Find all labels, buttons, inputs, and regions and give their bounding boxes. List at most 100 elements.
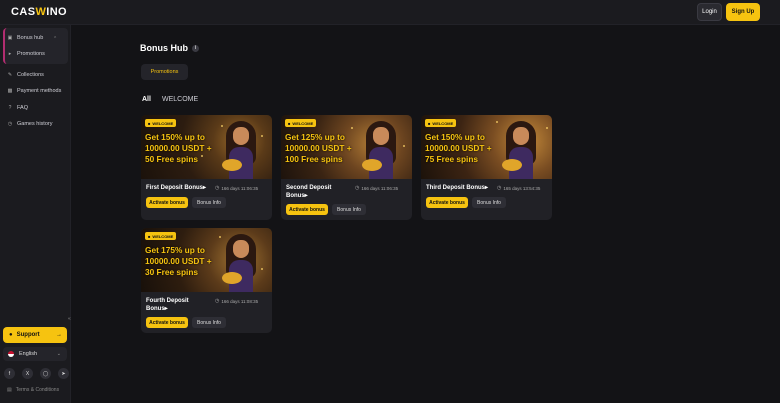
sidebar-item-games-history[interactable]: ◷ Games history bbox=[7, 118, 53, 130]
offer-text: Get 150% up to 10000.00 USDT + 75 Free s… bbox=[425, 132, 515, 165]
history-icon: ◷ bbox=[7, 121, 13, 127]
megaphone-icon: ▸ bbox=[8, 51, 12, 57]
offer-line: Get 175% up to bbox=[145, 245, 205, 255]
bonus-title-text: First Deposit Bonus bbox=[146, 185, 204, 191]
chevron-up-icon[interactable]: ⌃ bbox=[53, 36, 57, 42]
welcome-badge: ■ WELCOME bbox=[285, 119, 317, 127]
offer-text: Get 125% up to 10000.00 USDT + 100 Free … bbox=[285, 132, 375, 165]
offer-text: Get 175% up to 10000.00 USDT + 30 Free s… bbox=[145, 245, 235, 278]
lock-icon: ■ bbox=[148, 233, 151, 239]
headset-icon: ● bbox=[9, 332, 13, 338]
bonus-title-text: Third Deposit Bonus bbox=[426, 185, 485, 191]
sidebar: ▣ Bonus hub ⌃ ▸ Promotions ✎ Collections… bbox=[0, 25, 71, 403]
clock-icon: ◷ bbox=[215, 185, 220, 191]
activate-bonus-button[interactable]: Activate bonus bbox=[146, 317, 188, 328]
terms-link[interactable]: ▤ Terms & Conditions bbox=[7, 387, 59, 393]
bonus-card: ■ WELCOME Get 175% up to 10000.00 USDT + … bbox=[141, 228, 272, 333]
chevron-down-icon: ⌄ bbox=[56, 351, 61, 357]
sidebar-item-label: Bonus hub bbox=[17, 35, 44, 41]
badge-label: WELCOME bbox=[152, 233, 174, 239]
info-caret-icon[interactable]: ▸ bbox=[485, 185, 488, 191]
offer-line: 10000.00 USDT + bbox=[425, 143, 492, 153]
offer-line: 10000.00 USDT + bbox=[145, 256, 212, 266]
filter-all[interactable]: All bbox=[142, 96, 151, 103]
offer-line: 10000.00 USDT + bbox=[285, 143, 352, 153]
bonus-card: ■ WELCOME Get 150% up to 10000.00 USDT + … bbox=[141, 115, 272, 220]
instagram-icon[interactable]: ◯ bbox=[40, 368, 51, 379]
login-button[interactable]: Login bbox=[697, 3, 722, 21]
question-icon: ? bbox=[8, 105, 12, 111]
bonus-card: ■ WELCOME Get 125% up to 10000.00 USDT + … bbox=[281, 115, 412, 220]
sidebar-item-label: Games history bbox=[17, 121, 53, 127]
bonus-title-text: Second Deposit Bonus bbox=[286, 185, 332, 199]
bonus-card: ■ WELCOME Get 150% up to 10000.00 USDT + … bbox=[421, 115, 552, 220]
logo[interactable]: CASWINO bbox=[11, 6, 67, 18]
facebook-icon[interactable]: f bbox=[4, 368, 15, 379]
page-title: Bonus Hub i bbox=[140, 43, 199, 53]
bonus-title: Third Deposit Bonus▸ bbox=[426, 184, 488, 192]
clock-icon: ◷ bbox=[215, 298, 220, 304]
flag-icon bbox=[8, 351, 14, 357]
offer-line: Get 150% up to bbox=[425, 132, 485, 142]
activate-bonus-button[interactable]: Activate bonus bbox=[426, 197, 468, 208]
offer-line: Get 150% up to bbox=[145, 132, 205, 142]
bonus-timer: ◷ 166 days 11:08:35 bbox=[215, 298, 258, 304]
bonus-banner: ■ WELCOME Get 175% up to 10000.00 USDT + … bbox=[141, 228, 272, 292]
bonus-timer: ◷ 165 days 13:54:35 bbox=[497, 185, 540, 191]
welcome-badge: ■ WELCOME bbox=[145, 119, 177, 127]
bonus-banner: ■ WELCOME Get 125% up to 10000.00 USDT + … bbox=[281, 115, 412, 179]
offer-text: Get 150% up to 10000.00 USDT + 50 Free s… bbox=[145, 132, 235, 165]
arrow-right-icon: → bbox=[56, 332, 62, 338]
sidebar-item-faq[interactable]: ? FAQ bbox=[7, 102, 28, 114]
badge-label: WELCOME bbox=[152, 120, 174, 126]
sidebar-item-collections[interactable]: ✎ Collections bbox=[7, 69, 44, 81]
terms-label: Terms & Conditions bbox=[15, 387, 60, 393]
offer-line: 10000.00 USDT + bbox=[145, 143, 212, 153]
social-links: f X ◯ ➤ bbox=[4, 368, 69, 379]
activate-bonus-button[interactable]: Activate bonus bbox=[286, 204, 328, 215]
top-bar: CASWINO Login Sign Up bbox=[0, 0, 780, 25]
bonus-info-button[interactable]: Bonus Info bbox=[472, 197, 506, 208]
clock-icon: ◷ bbox=[497, 185, 502, 191]
sidebar-item-label: FAQ bbox=[17, 105, 29, 111]
support-button[interactable]: ● Support → bbox=[3, 327, 67, 343]
sidebar-item-payment-methods[interactable]: ▩ Payment methods bbox=[7, 85, 62, 97]
timer-text: 166 days 11:06:35 bbox=[361, 185, 399, 191]
badge-label: WELCOME bbox=[292, 120, 314, 126]
info-icon[interactable]: i bbox=[192, 44, 199, 52]
info-caret-icon[interactable]: ▸ bbox=[165, 306, 168, 312]
language-label: English bbox=[19, 351, 38, 357]
sidebar-item-label: Collections bbox=[17, 72, 44, 78]
signup-button[interactable]: Sign Up bbox=[726, 3, 760, 21]
bonus-info-button[interactable]: Bonus Info bbox=[332, 204, 366, 215]
bonus-info-button[interactable]: Bonus Info bbox=[192, 317, 226, 328]
collapse-sidebar-icon[interactable]: « bbox=[68, 316, 71, 322]
lock-icon: ■ bbox=[288, 120, 291, 126]
language-select[interactable]: English ⌄ bbox=[3, 347, 67, 361]
bonus-title: Fourth Deposit Bonus▸ bbox=[146, 297, 200, 313]
support-label: Support bbox=[16, 332, 40, 338]
bonus-title: First Deposit Bonus▸ bbox=[146, 184, 206, 192]
sidebar-item-promotions[interactable]: ▸ Promotions bbox=[7, 48, 45, 60]
timer-text: 166 days 11:06:35 bbox=[221, 185, 259, 191]
x-icon[interactable]: X bbox=[22, 368, 33, 379]
sidebar-item-label: Promotions bbox=[17, 51, 45, 57]
sidebar-item-label: Payment methods bbox=[17, 88, 62, 94]
collections-icon: ✎ bbox=[7, 72, 13, 78]
info-caret-icon[interactable]: ▸ bbox=[305, 193, 308, 199]
card-icon: ▩ bbox=[7, 88, 13, 94]
sidebar-item-bonus-hub[interactable]: ▣ Bonus hub bbox=[7, 32, 44, 44]
bonus-title: Second Deposit Bonus▸ bbox=[286, 184, 340, 200]
bonus-banner: ■ WELCOME Get 150% up to 10000.00 USDT + … bbox=[141, 115, 272, 179]
telegram-icon[interactable]: ➤ bbox=[58, 368, 69, 379]
tab-promotions[interactable]: Promotions bbox=[141, 64, 188, 80]
welcome-badge: ■ WELCOME bbox=[145, 232, 177, 240]
page-title-text: Bonus Hub bbox=[140, 43, 188, 53]
filter-welcome[interactable]: WELCOME bbox=[162, 96, 198, 103]
clock-icon: ◷ bbox=[355, 185, 360, 191]
info-caret-icon[interactable]: ▸ bbox=[203, 185, 206, 191]
activate-bonus-button[interactable]: Activate bonus bbox=[146, 197, 188, 208]
bonus-info-button[interactable]: Bonus Info bbox=[192, 197, 226, 208]
offer-line: 100 Free spins bbox=[285, 154, 343, 164]
bonus-banner: ■ WELCOME Get 150% up to 10000.00 USDT + … bbox=[421, 115, 552, 179]
